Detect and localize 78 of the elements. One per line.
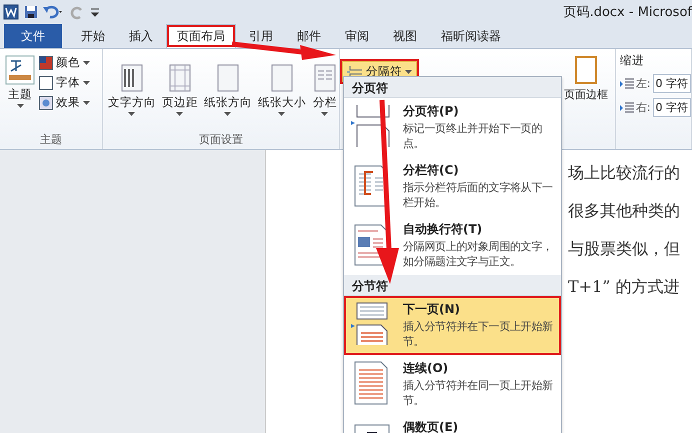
menu-item-description: 插入分节符并在下一页上开始新节。 [403,319,554,349]
theme-option-button[interactable]: 颜色 [39,55,90,70]
ribbon-tab[interactable]: 引用 [238,24,284,48]
document-text: 场上比较流行的 [568,162,681,184]
swatch-icon [39,76,53,90]
page-setup-button[interactable]: 页边距 [160,61,200,132]
themes-icon [5,55,35,85]
word-logo-icon[interactable] [3,4,19,20]
menu-item-description: 插入分节符并在同一页上开始新节。 [403,378,554,408]
menu-item[interactable]: 分栏符(C) 指示分栏符后面的文字将从下一栏开始。 [344,157,561,216]
caret-icon [83,100,90,104]
indent-field[interactable]: 0 字符 [652,74,691,93]
ribbon-tab[interactable]: 审阅 [334,24,380,48]
menu-item-title: 偶数页(E) [403,419,458,433]
undo-icon[interactable] [43,4,65,20]
ribbon-tab[interactable]: 插入 [118,24,164,48]
indent-icon [620,102,634,114]
ribbon-tab[interactable]: 页面布局 [166,24,236,48]
menu-item[interactable]: 偶数页(E) [344,414,561,433]
caret-icon [176,112,184,116]
menu-item[interactable]: 分页符(P) 标记一页终止并开始下一页的点。 [344,98,561,157]
caret-icon [83,60,90,64]
theme-option-label: 效果 [56,95,80,110]
caret-icon [278,112,286,116]
menu-item-title: 分页符(P) [403,103,460,120]
caret-icon [404,70,412,74]
save-icon[interactable] [23,4,39,20]
theme-option-button[interactable]: 字体 [39,75,90,90]
menu-item[interactable]: 连续(O) 插入分节符并在同一页上开始新节。 [344,355,561,414]
caret-icon [16,104,24,108]
page-layout-icon [214,63,241,93]
menu-section-header: 分页符 [344,77,561,98]
page-layout-icon [166,63,193,93]
document-text: T+1” 的方式进 [568,276,681,298]
swatch-icon [39,96,53,110]
document-text: 与股票类似，但 [568,238,681,260]
field-label: 右: [636,100,650,115]
menu-item[interactable]: 下一页(N) 插入分节符并在下一页上开始新节。 [344,296,561,355]
page-setup-button[interactable]: 纸张大小 [256,61,308,132]
page-borders-button[interactable]: 页面边框 [562,53,610,149]
page-setup-button[interactable]: 文字方向 [106,61,158,132]
group-label: 页面设置 [198,132,244,148]
field-label: 左: [636,76,650,91]
page-setup-button[interactable]: 纸张方向 [202,61,254,132]
group-label: 主题 [38,132,63,148]
page-icon [572,55,599,85]
swatch-icon [39,56,53,70]
page-layout-icon [268,63,295,93]
menu-item-description: 标记一页终止并开始下一页的点。 [403,121,544,151]
breaks-icon [346,64,363,78]
ribbon-tab[interactable]: 视图 [382,24,428,48]
menu-item-title: 下一页(N) [403,301,462,318]
page-layout-icon [312,63,338,93]
indent-field[interactable]: 0 字符 [652,98,691,117]
page-setup-button[interactable]: 分栏 [310,61,340,132]
caret-icon [128,112,136,116]
menu-item-title: 连续(O) [403,360,450,377]
group-label: 缩进 [620,53,645,68]
menu-item-title: 自动换行符(T) [403,221,484,238]
file-menu-tab[interactable]: 文件 [4,24,62,48]
theme-option-button[interactable]: 效果 [39,95,90,110]
theme-option-label: 颜色 [56,55,80,70]
caret-icon [321,112,328,116]
indent-icon [620,78,634,90]
page-layout-icon [118,63,145,93]
menu-item-description: 指示分栏符后面的文字将从下一栏开始。 [403,180,554,210]
ribbon-tab[interactable]: 开始 [70,24,116,48]
menu-item-description: 分隔网页上的对象周围的文字，如分隔题注文字与正文。 [403,239,554,269]
ribbon-tab[interactable]: 邮件 [286,24,332,48]
ribbon-tab[interactable]: 福昕阅读器 [430,24,512,48]
menu-item-title: 分栏符(C) [403,162,460,179]
theme-option-label: 字体 [56,75,80,90]
caret-icon [224,112,232,116]
window-title: 页码.docx - Microsof [564,4,692,21]
menu-section-header: 分节符 [344,275,561,296]
themes-button[interactable]: 主题 [3,53,37,132]
document-text: 很多其他种类的 [568,200,681,222]
caret-icon [83,80,90,84]
